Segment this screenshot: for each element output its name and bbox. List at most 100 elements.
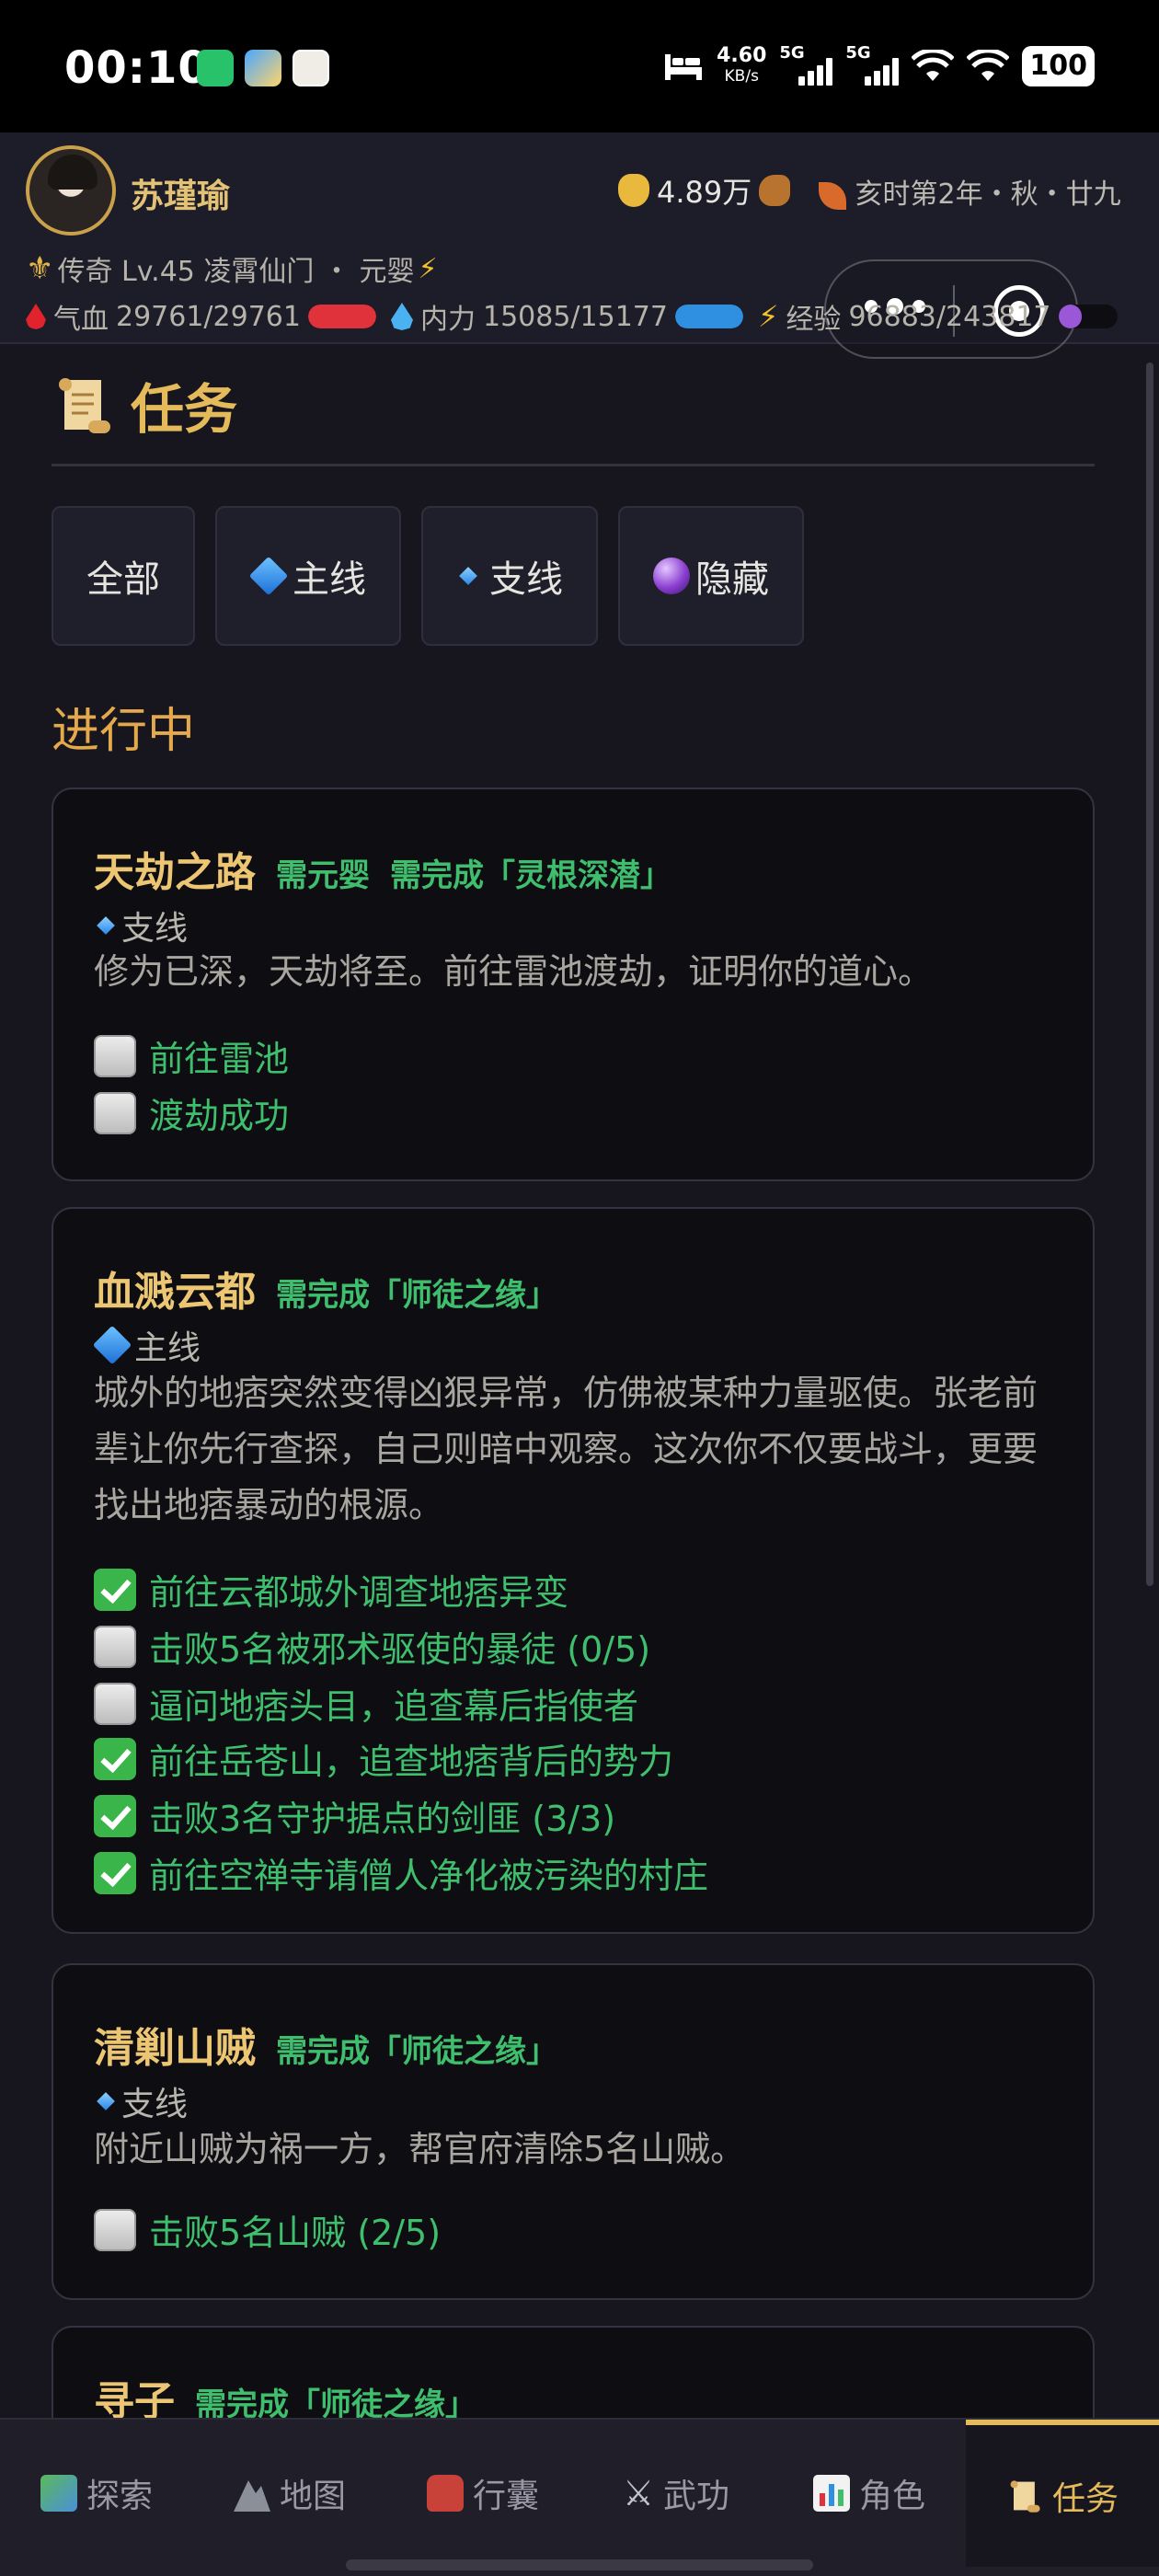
quest-requirement: 需元婴: [276, 857, 370, 894]
signal-2-icon: 5G: [845, 43, 900, 86]
filter-main-button[interactable]: 主线: [215, 506, 401, 646]
nav-explore-label: 探索: [86, 2478, 153, 2515]
game-time-text: 亥时第2年・秋・廿九: [855, 178, 1121, 211]
hp-bar: [307, 305, 376, 328]
status-bar: 00:10 4.60 KB/s 5G 5G 100: [0, 0, 1159, 132]
hp-label: 气血: [53, 304, 109, 336]
hp-stat: 气血 29761/29761: [26, 296, 376, 337]
scroll-icon: [59, 378, 110, 433]
quest-type: 支线: [94, 2077, 188, 2125]
check-mark-icon: [94, 1851, 136, 1894]
exp-value: 96883/243817: [848, 300, 1051, 333]
quest-description: 城外的地痞突然变得凶狠异常，仿佛被某种力量驱使。张老前辈让你先行查探，自己则暗中…: [94, 1373, 1039, 1525]
quest-name: 天劫之路: [94, 849, 256, 896]
bird-app-icon: [245, 50, 281, 86]
quest-requirement: 需完成「师徒之缘」: [276, 1277, 557, 1314]
small-blue-diamond-icon: [97, 916, 115, 935]
gold-amount: 4.89万: [657, 175, 752, 210]
large-blue-diamond-icon: [248, 556, 289, 596]
small-blue-diamond-icon: [97, 2092, 115, 2110]
quest-card[interactable]: 清剿山贼 需完成「师徒之缘」 支线 附近山贼为祸一方，帮官府清除5名山贼。 击败…: [52, 1963, 1095, 2300]
scrollbar[interactable]: [1146, 362, 1153, 1586]
nav-explore[interactable]: 探索: [0, 2420, 193, 2567]
check-mark-icon: [94, 1568, 136, 1611]
rank-text: 传奇 Lv.45 凌霄仙门 ・ 元婴: [57, 256, 415, 288]
check-mark-icon: [94, 1737, 136, 1780]
quest-name: 清剿山贼: [94, 2025, 256, 2072]
filter-hidden-button[interactable]: 隐藏: [618, 506, 804, 646]
quest-description: 附近山贼为祸一方，帮官府清除5名山贼。: [94, 2129, 746, 2169]
quest-type-label: 支线: [121, 910, 189, 948]
quest-objective: 渡劫成功: [94, 1087, 289, 1138]
player-avatar[interactable]: [26, 145, 116, 236]
unchecked-box-icon: [94, 1625, 136, 1668]
quest-card[interactable]: 天劫之路 需元婴 需完成「灵根深潜」 支线 修为已深，天劫将至。前往雷池渡劫，证…: [52, 788, 1095, 1181]
quest-card[interactable]: 血溅云都 需完成「师徒之缘」 主线 城外的地痞突然变得凶狠异常，仿佛被某种力量驱…: [52, 1207, 1095, 1934]
nav-skills-label: 武功: [663, 2478, 730, 2515]
water-drop-icon: [390, 303, 413, 330]
quest-card[interactable]: 寻子 需完成「师徒之缘」: [52, 2326, 1095, 2418]
home-indicator[interactable]: [346, 2559, 813, 2570]
quest-header: 寻子 需完成「师徒之缘」: [94, 2368, 476, 2418]
small-blue-diamond-icon: [459, 567, 477, 585]
nav-bag[interactable]: 行囊: [386, 2420, 580, 2567]
unchecked-box-icon: [94, 1034, 136, 1077]
mp-value: 15085/15177: [482, 300, 668, 333]
nav-character[interactable]: 角色: [773, 2420, 966, 2567]
quest-header: 天劫之路 需元婴 需完成「灵根深潜」: [94, 839, 671, 898]
quest-page[interactable]: 任务 全部 主线 支线 隐藏 进行中 天劫之路 需元婴 需完成「灵根深潜」 支线…: [0, 346, 1159, 2418]
filter-side-label: 支线: [489, 558, 563, 601]
section-in-progress: 进行中: [52, 704, 196, 759]
quest-type-label: 主线: [134, 1329, 201, 1367]
hp-value: 29761/29761: [116, 300, 301, 333]
quest-objective: 击败5名山贼 (2/5): [94, 2204, 441, 2255]
objective-text: 渡劫成功: [149, 1096, 290, 1136]
unchecked-box-icon: [94, 1091, 136, 1134]
filter-main-label: 主线: [293, 558, 366, 601]
nav-map-label: 地图: [279, 2478, 346, 2515]
quest-objective: 逼问地痞头目，追查幕后指使者: [94, 1678, 638, 1729]
notification-icons: [197, 50, 329, 86]
mountain-icon: [233, 2480, 270, 2512]
crystal-ball-icon: [653, 558, 690, 594]
rank-line: ⚜ 传奇 Lv.45 凌霄仙门 ・ 元婴 ⚡: [26, 248, 438, 289]
quest-header: 血溅云都 需完成「师徒之缘」: [94, 1259, 557, 1317]
scroll-icon: [1010, 2480, 1040, 2513]
page-title: 任务: [131, 378, 238, 441]
nav-bag-label: 行囊: [472, 2478, 539, 2515]
bed-icon: [665, 54, 703, 80]
mp-stat: 内力 15085/15177: [390, 296, 743, 337]
objective-text: 击败5名被邪术驱使的暴徒 (0/5): [149, 1629, 651, 1670]
game-time: 亥时第2年・秋・廿九: [819, 171, 1121, 212]
quest-header: 清剿山贼 需完成「师徒之缘」: [94, 2015, 557, 2074]
quest-type: 主线: [92, 1321, 201, 1369]
fleur-de-lis-icon: ⚜: [26, 250, 54, 287]
battery-indicator: 100: [1022, 46, 1095, 86]
quest-objective: 击败5名被邪术驱使的暴徒 (0/5): [94, 1621, 650, 1672]
large-blue-diamond-icon: [92, 1325, 132, 1365]
chat-app-icon: [197, 50, 234, 86]
quest-objective: 前往岳苍山，追查地痞背后的势力: [94, 1733, 673, 1784]
filter-side-button[interactable]: 支线: [421, 506, 598, 646]
quest-objective: 前往雷池: [94, 1030, 289, 1081]
autumn-leaf-icon: [819, 181, 846, 210]
exp-bar: [1058, 305, 1118, 328]
bottom-navigation: 探索 地图 行囊 ⚔ 武功 角色 任务: [0, 2418, 1159, 2576]
nav-skills[interactable]: ⚔ 武功: [580, 2420, 773, 2567]
exp-label: 经验: [786, 304, 842, 336]
quest-name: 寻子: [94, 2378, 175, 2418]
quest-name: 血溅云都: [94, 1269, 256, 1316]
nav-map[interactable]: 地图: [193, 2420, 386, 2567]
unchecked-box-icon: [94, 2208, 136, 2251]
objective-text: 前往岳苍山，追查地痞背后的势力: [149, 1742, 674, 1782]
quest-objective: 前往云都城外调查地痞异变: [94, 1564, 568, 1615]
lightning-icon: ⚡: [418, 252, 438, 285]
crossed-swords-icon: ⚔: [622, 2473, 655, 2513]
filter-all-button[interactable]: 全部: [52, 506, 195, 646]
quest-filter-tabs: 全部 主线 支线 隐藏: [52, 506, 804, 646]
quest-description: 修为已深，天劫将至。前往雷池渡劫，证明你的道心。: [94, 951, 934, 992]
exp-stat: ⚡ 经验 96883/243817: [758, 296, 1118, 337]
quest-requirement: 需完成「师徒之缘」: [276, 2033, 557, 2070]
nav-quests[interactable]: 任务: [966, 2420, 1159, 2567]
filter-all-label: 全部: [86, 558, 160, 601]
